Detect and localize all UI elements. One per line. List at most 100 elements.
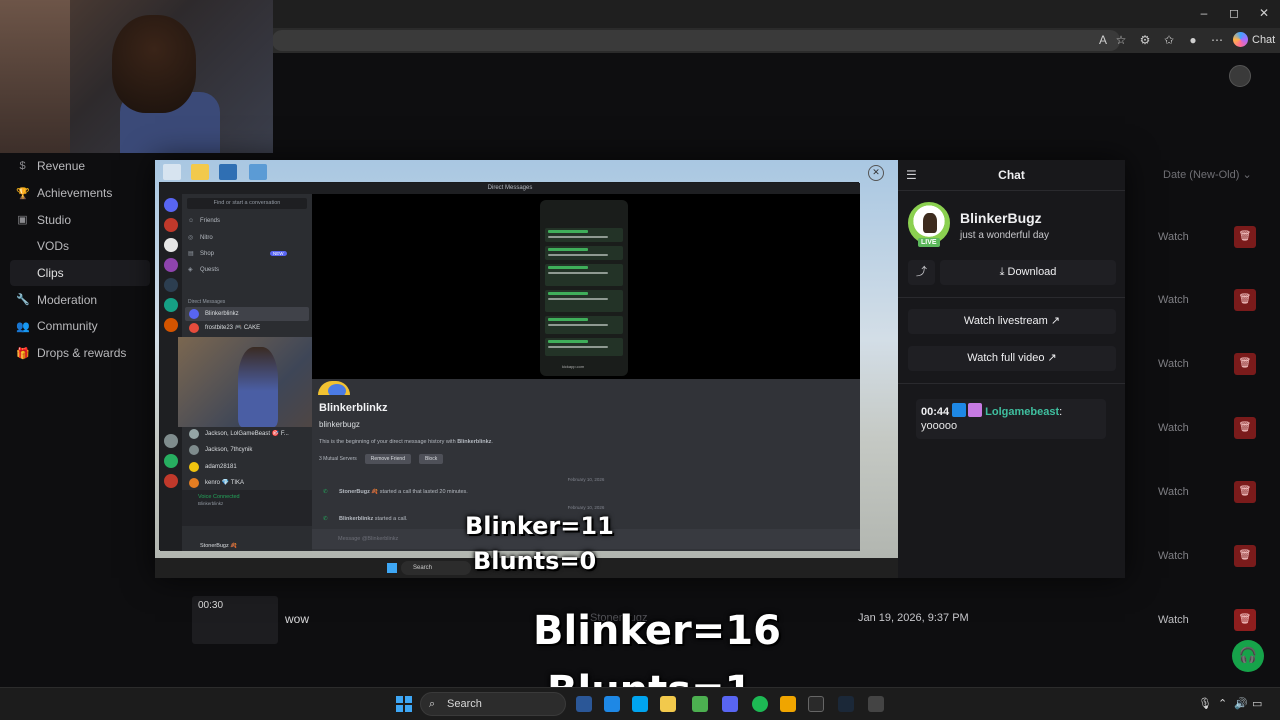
read-aloud-icon[interactable]: A — [1095, 33, 1111, 47]
sidebar-item-drops-rewards[interactable]: 🎁 Drops & rewards — [0, 340, 160, 367]
sidebar-item-label: Community — [37, 319, 98, 334]
watch-button[interactable]: Watch — [1158, 550, 1189, 562]
sidebar-item-label: Achievements — [37, 186, 113, 201]
sidebar-item-community[interactable]: 👥 Community — [0, 313, 160, 340]
block-button[interactable]: Block — [418, 454, 444, 464]
windows-start-icon[interactable] — [396, 696, 412, 712]
collapse-chat-icon[interactable]: ☰ — [906, 168, 917, 182]
microphone-icon[interactable]: 🎙 — [1198, 697, 1212, 710]
clip-modal: ✕ Direct Messages Find or start a conver… — [155, 160, 1125, 578]
favorites-icon[interactable]: ✩ — [1161, 33, 1177, 47]
close-icon[interactable]: ✕ — [868, 165, 884, 181]
phone-url: kickapp.com — [562, 364, 585, 369]
delete-button[interactable]: 🗑 — [1234, 226, 1256, 248]
network-icon[interactable]: ▭ — [1252, 697, 1262, 710]
delete-button[interactable]: 🗑 — [1234, 353, 1256, 375]
folder-icon[interactable] — [660, 696, 676, 712]
delete-button[interactable]: 🗑 — [1234, 417, 1256, 439]
mutual-servers[interactable]: 3 Mutual Servers — [319, 456, 357, 462]
sort-dropdown[interactable]: Date (New-Old) ⌄ — [1163, 168, 1252, 181]
message-user: StonerBugz 🍂 — [339, 489, 379, 495]
watch-button[interactable]: Watch — [1158, 422, 1189, 434]
discord-nav-nitro[interactable]: ◎ Nitro — [188, 234, 213, 242]
sidebar-item-achievements[interactable]: 🏆 Achievements — [0, 180, 160, 207]
chat-title: Chat — [998, 168, 1025, 182]
sidebar-item-revenue[interactable]: $ Revenue — [0, 153, 160, 180]
close-window-button[interactable]: ✕ — [1254, 6, 1274, 20]
speaker-icon[interactable]: 🔊 — [1234, 697, 1248, 710]
epic-games-icon[interactable] — [808, 696, 824, 712]
dm-item[interactable]: Jackson, 7thcynik — [185, 443, 309, 457]
watch-full-video-button[interactable]: Watch full video ↗ — [908, 346, 1116, 371]
spotify-icon[interactable] — [752, 696, 768, 712]
sidebar-item-moderation[interactable]: 🔧 Moderation — [0, 286, 160, 313]
discord-icon[interactable] — [722, 696, 738, 712]
watch-livestream-button[interactable]: Watch livestream ↗ — [908, 309, 1116, 334]
edge-icon[interactable] — [604, 696, 620, 712]
dm-item[interactable]: kenro 💎 TIKA — [185, 476, 309, 490]
windows-taskbar: ⌕ Search 🎙 ⌃ 🔊 ▭ — [0, 687, 1280, 720]
watch-button[interactable]: Watch — [1158, 231, 1189, 243]
chevron-up-icon[interactable]: ⌃ — [1218, 697, 1227, 710]
webcam-person-head — [112, 15, 196, 113]
video-player[interactable]: ✕ Direct Messages Find or start a conver… — [155, 160, 898, 558]
rockstar-icon[interactable] — [780, 696, 796, 712]
recorded-search: Search — [401, 561, 471, 575]
app-icon[interactable] — [692, 696, 708, 712]
delete-button[interactable]: 🗑 — [1234, 289, 1256, 311]
dm-item[interactable]: adam28181 — [185, 460, 309, 474]
dm-name: kenro 💎 TIKA — [205, 480, 245, 486]
user-avatar[interactable] — [1229, 65, 1251, 87]
favorite-star-icon[interactable]: ☆ — [1113, 33, 1129, 47]
external-link-icon: ↗ — [1047, 352, 1057, 364]
dm-item[interactable]: Jackson, LolGameBeast 🎯 F... — [185, 427, 309, 441]
dm-item[interactable]: frostbite23 🎮 CAKE — [185, 321, 309, 335]
watch-button[interactable]: Watch — [1158, 486, 1189, 498]
dm-item[interactable]: Blinkerblinkz — [185, 307, 309, 321]
more-options-icon[interactable]: ⋯ — [1209, 33, 1225, 47]
sidebar-item-vods[interactable]: VODs — [0, 233, 160, 260]
discord-nav-shop[interactable]: ▤ Shop NEW — [188, 250, 287, 257]
discord-nav-quests[interactable]: ◈ Quests — [188, 266, 220, 274]
copilot-chat-button[interactable]: Chat — [1233, 32, 1275, 47]
profile-icon[interactable]: ● — [1185, 33, 1201, 47]
sidebar-item-clips[interactable]: Clips — [10, 259, 150, 287]
delete-button[interactable]: 🗑 — [1234, 545, 1256, 567]
call-message: ✆ StonerBugz 🍂 started a call that lasted… — [323, 489, 468, 495]
discord-search-input[interactable]: Find or start a conversation — [187, 198, 307, 209]
message-username[interactable]: Lolgamebeast — [985, 406, 1059, 418]
extensions-icon[interactable]: ⚙ — [1137, 33, 1153, 47]
intro-prefix: This is the beginning of your direct mes… — [319, 439, 458, 445]
discord-nav-friends[interactable]: ☺ Friends — [188, 218, 220, 224]
file-explorer-icon[interactable] — [576, 696, 592, 712]
dm-name: Jackson, LolGameBeast 🎯 F... — [205, 431, 289, 437]
minimize-button[interactable]: ‒ — [1194, 6, 1214, 20]
message-text: started a call. — [374, 516, 408, 522]
share-button[interactable]: ⤴ — [908, 260, 935, 285]
remove-friend-button[interactable]: Remove Friend — [364, 454, 411, 464]
nav-label: Quests — [200, 266, 220, 273]
server-icon — [164, 474, 178, 488]
download-button[interactable]: ⤓ Download — [940, 260, 1116, 285]
support-chat-button[interactable]: 🎧 — [1232, 640, 1264, 672]
watch-button[interactable]: Watch — [1158, 358, 1189, 370]
watch-button[interactable]: Watch — [1158, 614, 1189, 626]
download-icon: ⤓ — [999, 266, 1005, 278]
message-text: started a call that lasted 20 minutes. — [379, 489, 468, 495]
streamer-name[interactable]: BlinkerBugz — [960, 210, 1042, 226]
chat-bubble — [545, 228, 623, 242]
copilot-chat-label: Chat — [1252, 33, 1276, 46]
sidebar-item-studio[interactable]: ▣ Studio — [0, 206, 160, 233]
taskbar-search[interactable]: ⌕ Search — [420, 692, 566, 716]
steam-icon[interactable] — [838, 696, 854, 712]
voice-connected-panel: Voice Connected Blinkerblinkz — [182, 490, 312, 526]
blunts-counter-small: Blunts=0 — [473, 547, 597, 575]
store-icon[interactable] — [632, 696, 648, 712]
address-bar[interactable] — [272, 30, 1120, 51]
app-icon[interactable] — [868, 696, 884, 712]
delete-button[interactable]: 🗑 — [1234, 609, 1256, 631]
avatar — [189, 309, 199, 319]
watch-button[interactable]: Watch — [1158, 294, 1189, 306]
maximize-button[interactable]: ◻ — [1224, 6, 1244, 20]
delete-button[interactable]: 🗑 — [1234, 481, 1256, 503]
